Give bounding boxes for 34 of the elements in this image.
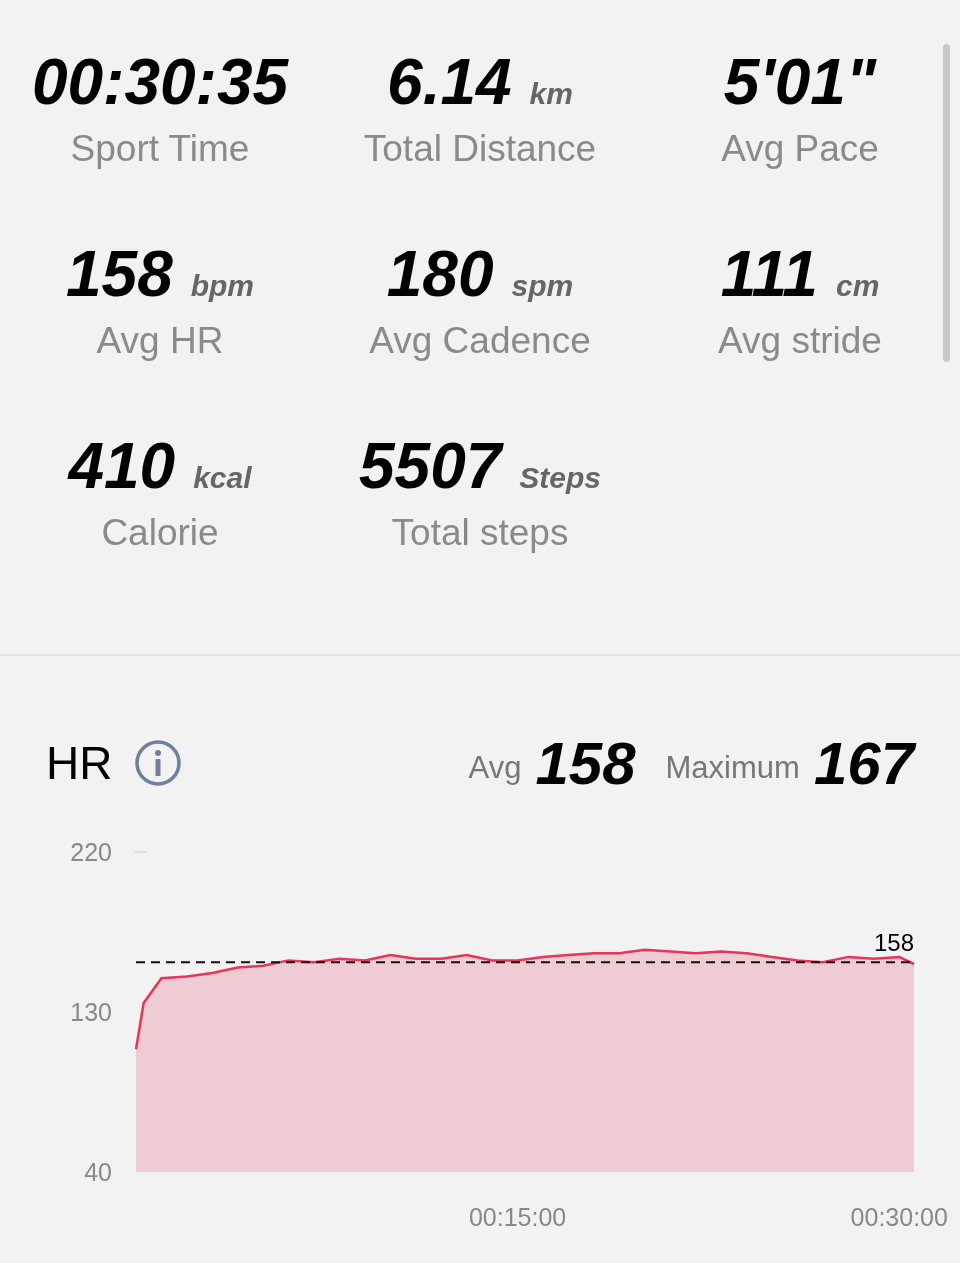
stat-label: Avg stride bbox=[718, 320, 882, 362]
stat-label: Total steps bbox=[391, 512, 569, 554]
stat-value: 180 bbox=[386, 237, 494, 312]
axis-label: 00:30:00 bbox=[850, 1203, 948, 1231]
stat-label: Total Distance bbox=[363, 128, 597, 170]
stat-value: 00:30:35 bbox=[31, 45, 289, 120]
section-title: HR bbox=[46, 736, 113, 790]
axis-label: 00:15:00 bbox=[468, 1203, 567, 1231]
stat-unit: spm bbox=[511, 269, 574, 303]
stat-value: 158 bbox=[65, 237, 173, 312]
stat-unit: km bbox=[529, 77, 573, 111]
stat-value: 410 bbox=[68, 429, 176, 504]
stat-value: 5507 bbox=[358, 429, 502, 504]
stat-label: Avg HR bbox=[96, 320, 224, 362]
scrollbar[interactable] bbox=[943, 44, 950, 362]
max-label: Maximum bbox=[665, 750, 800, 786]
axis-label: 130 bbox=[70, 998, 112, 1026]
axis-label: 220 bbox=[70, 838, 112, 866]
stat-unit: cm bbox=[835, 269, 880, 303]
stat-label: Avg Cadence bbox=[369, 320, 591, 362]
info-icon[interactable] bbox=[134, 739, 183, 787]
stat-label: Calorie bbox=[101, 512, 219, 554]
stat-unit: kcal bbox=[193, 461, 252, 495]
stat-label: Avg Pace bbox=[721, 128, 879, 170]
avg-value: 158 bbox=[535, 728, 636, 798]
stat-unit: Steps bbox=[519, 461, 602, 495]
stat-value: 5'01" bbox=[723, 45, 877, 120]
stat-label: Sport Time bbox=[70, 128, 250, 170]
stat-unit: bpm bbox=[190, 269, 255, 303]
average-label: 158 bbox=[873, 929, 914, 957]
avg-label: Avg bbox=[468, 750, 522, 786]
stat-value: 111 bbox=[720, 237, 818, 312]
axis-label: 40 bbox=[84, 1158, 112, 1186]
stat-value: 6.14 bbox=[387, 45, 512, 120]
